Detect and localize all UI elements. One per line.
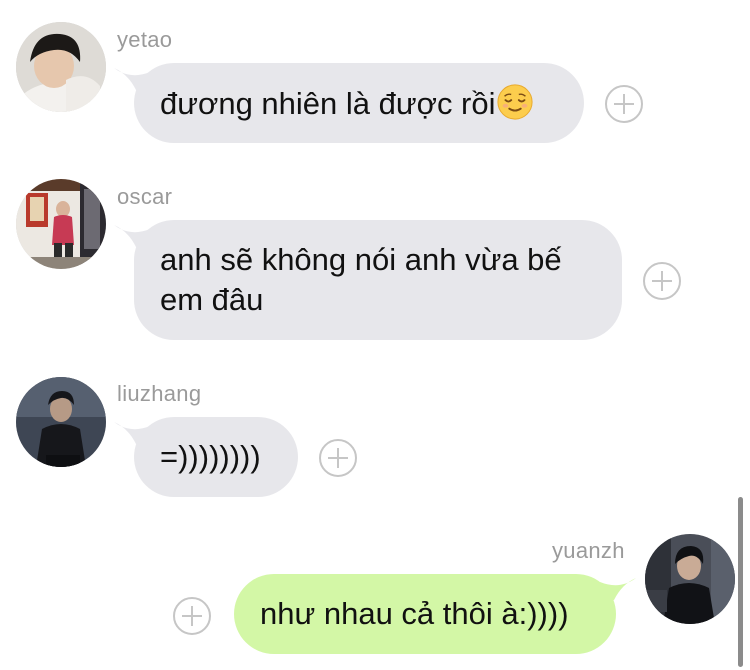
- sender-name: yetao: [117, 27, 173, 52]
- message-text-line: anh sẽ không nói anh vừa bế: [160, 242, 562, 277]
- add-reaction-button[interactable]: [319, 439, 357, 477]
- add-reaction-button[interactable]: [605, 85, 643, 123]
- add-reaction-button[interactable]: [173, 597, 211, 635]
- sender-name: yuanzh: [552, 538, 625, 563]
- avatar[interactable]: [16, 179, 106, 269]
- message-text: =)))))))): [160, 439, 261, 474]
- avatar[interactable]: [16, 22, 106, 112]
- message-bubble[interactable]: đương nhiên là được rồi: [134, 63, 584, 143]
- message-bubble[interactable]: anh sẽ không nói anh vừa bế em đâu: [134, 220, 622, 340]
- sender-name: liuzhang: [117, 381, 202, 406]
- message-bubble[interactable]: =)))))))): [134, 417, 298, 497]
- message-text-line: em đâu: [160, 282, 264, 317]
- sender-name: oscar: [117, 184, 173, 209]
- relieved-face-emoji-icon: [496, 84, 533, 120]
- avatar[interactable]: [645, 534, 735, 624]
- message-text: đương nhiên là được rồi: [160, 86, 496, 121]
- message-text: như nhau cả thôi à:)))): [260, 596, 569, 631]
- scrollbar[interactable]: [738, 497, 743, 667]
- avatar[interactable]: [16, 377, 106, 467]
- add-reaction-button[interactable]: [643, 262, 681, 300]
- message-bubble[interactable]: như nhau cả thôi à:)))): [234, 574, 616, 654]
